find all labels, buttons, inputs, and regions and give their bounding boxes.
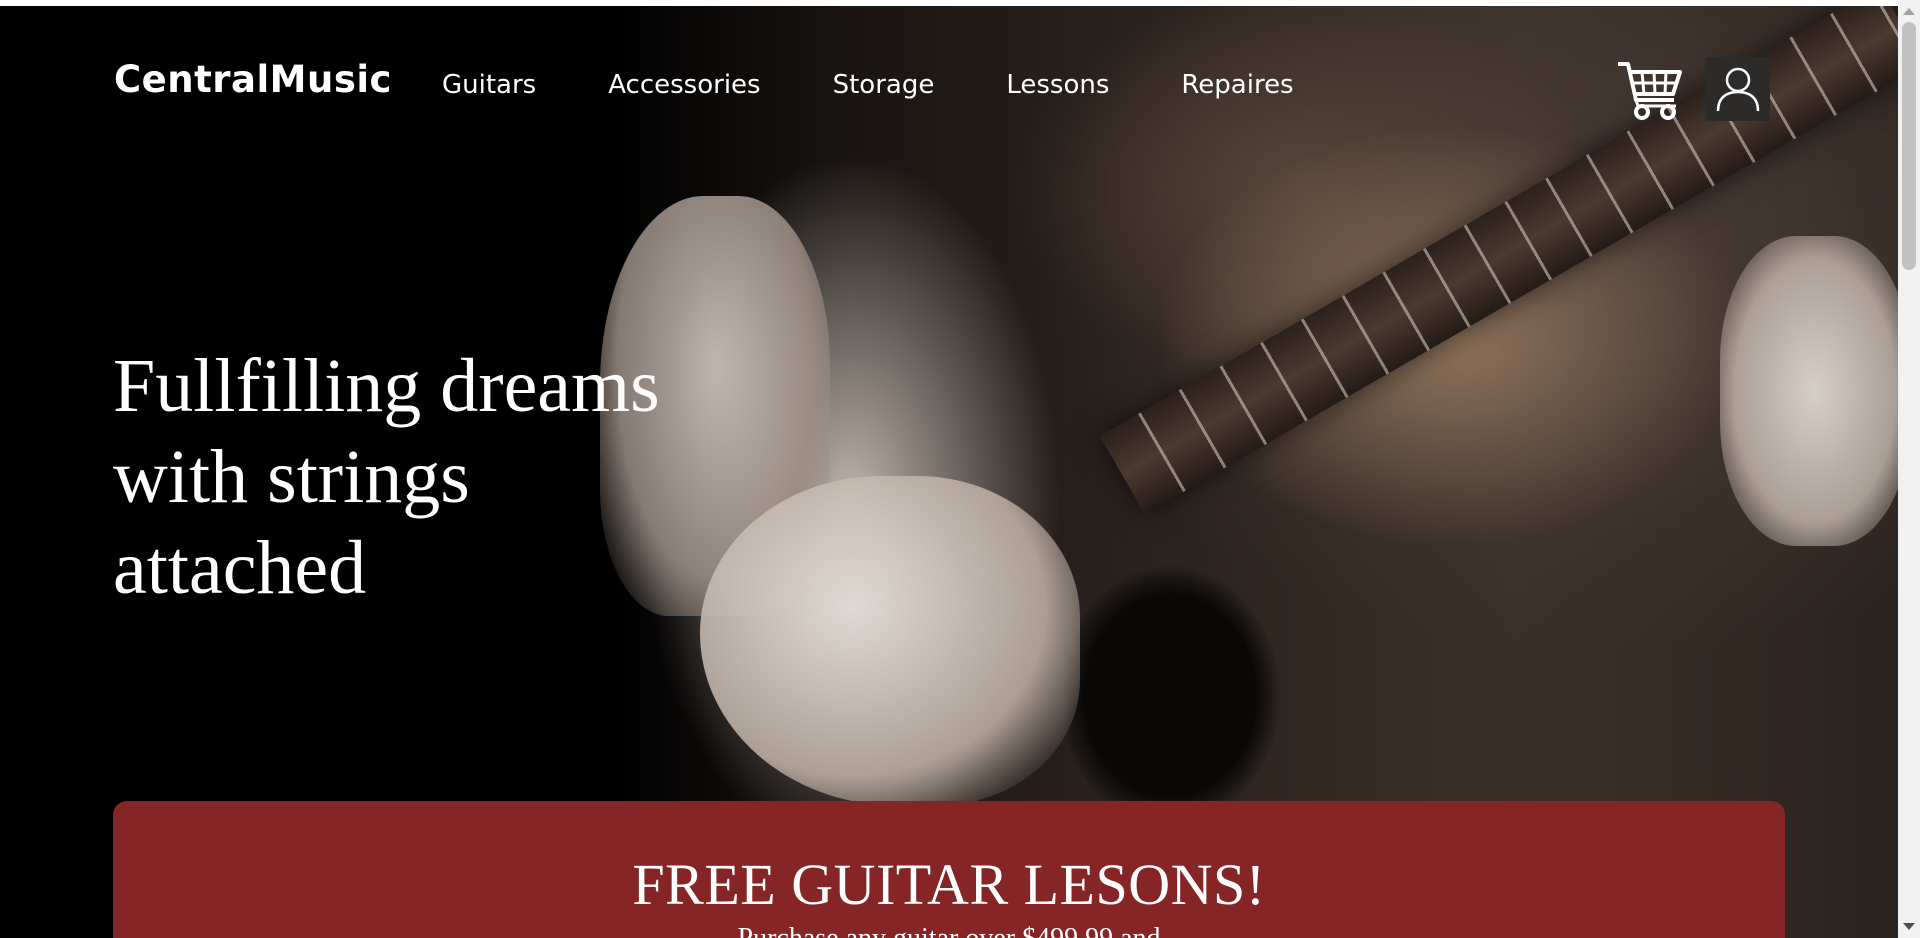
nav-guitars[interactable]: Guitars <box>442 70 536 100</box>
hero-image-strumming-hand <box>700 476 1080 806</box>
shopping-cart-icon[interactable] <box>1616 58 1684 124</box>
promo-banner: FREE GUITAR LESONS! Purchase any guitar … <box>113 801 1785 938</box>
account-button[interactable] <box>1706 57 1770 121</box>
nav-lessons[interactable]: Lessons <box>1006 70 1109 100</box>
hero-title: Fullfilling dreams with strings attached <box>113 341 753 614</box>
hero-title-line-3: attached <box>113 526 367 610</box>
scroll-down-arrow-icon[interactable] <box>1903 923 1915 930</box>
site-header: CentralMusic Guitars Accessories Storage… <box>0 6 1898 126</box>
site-logo[interactable]: CentralMusic <box>114 58 392 101</box>
scroll-up-arrow-icon[interactable] <box>1903 8 1915 15</box>
nav-accessories[interactable]: Accessories <box>608 70 760 100</box>
main-nav: Guitars Accessories Storage Lessons Repa… <box>442 70 1366 100</box>
scrollbar-thumb[interactable] <box>1902 22 1916 270</box>
hero-image-fretting-hand <box>1720 236 1898 546</box>
hero-title-line-2: with strings <box>113 435 470 519</box>
nav-storage[interactable]: Storage <box>833 70 935 100</box>
promo-title: FREE GUITAR LESONS! <box>632 852 1266 917</box>
hero-title-line-1: Fullfilling dreams <box>113 344 660 428</box>
hero-image-soundhole <box>1060 566 1280 826</box>
promo-subtitle: Purchase any guitar over $499.99 and <box>113 917 1785 938</box>
user-icon <box>1716 67 1760 112</box>
vertical-scrollbar[interactable] <box>1898 0 1920 938</box>
nav-repaires[interactable]: Repaires <box>1181 70 1293 100</box>
page-viewport: CentralMusic Guitars Accessories Storage… <box>0 6 1898 938</box>
